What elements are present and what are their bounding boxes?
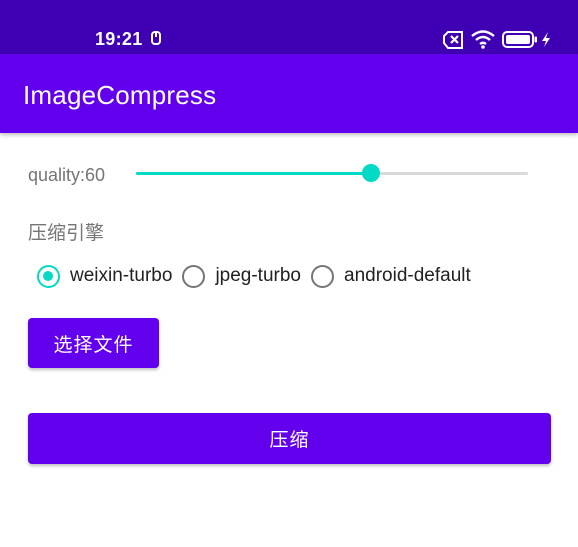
radio-button-icon [37,264,60,288]
radio-label: jpeg-turbo [215,265,301,286]
radio-jpeg-turbo[interactable]: jpeg-turbo [182,264,301,288]
status-bar: 19:21 [0,0,578,54]
charging-icon [540,31,552,53]
status-time: 19:21 [95,29,143,49]
radio-weixin-turbo[interactable]: weixin-turbo [37,264,173,288]
usb-icon [150,30,162,53]
radio-label: weixin-turbo [70,265,173,286]
radio-button-icon [182,264,206,288]
engine-radio-group: weixin-turbo jpeg-turbo android-default [37,260,481,292]
quality-slider[interactable] [136,163,528,183]
slider-fill [136,172,372,175]
quality-label: quality:60 [28,165,106,185]
radio-button-icon [311,264,334,288]
app-bar: ImageCompress [0,54,578,133]
radio-label: android-default [344,265,471,286]
engine-label: 压缩引擎 [28,223,105,244]
radio-android-default[interactable]: android-default [311,264,471,288]
select-file-button[interactable]: 选择文件 [28,318,159,368]
slider-thumb[interactable] [362,164,381,182]
battery-icon [502,31,538,53]
wifi-icon [471,29,495,54]
app-title: ImageCompress [23,80,217,110]
compress-button[interactable]: 压缩 [28,413,551,464]
no-sim-icon [443,31,465,54]
